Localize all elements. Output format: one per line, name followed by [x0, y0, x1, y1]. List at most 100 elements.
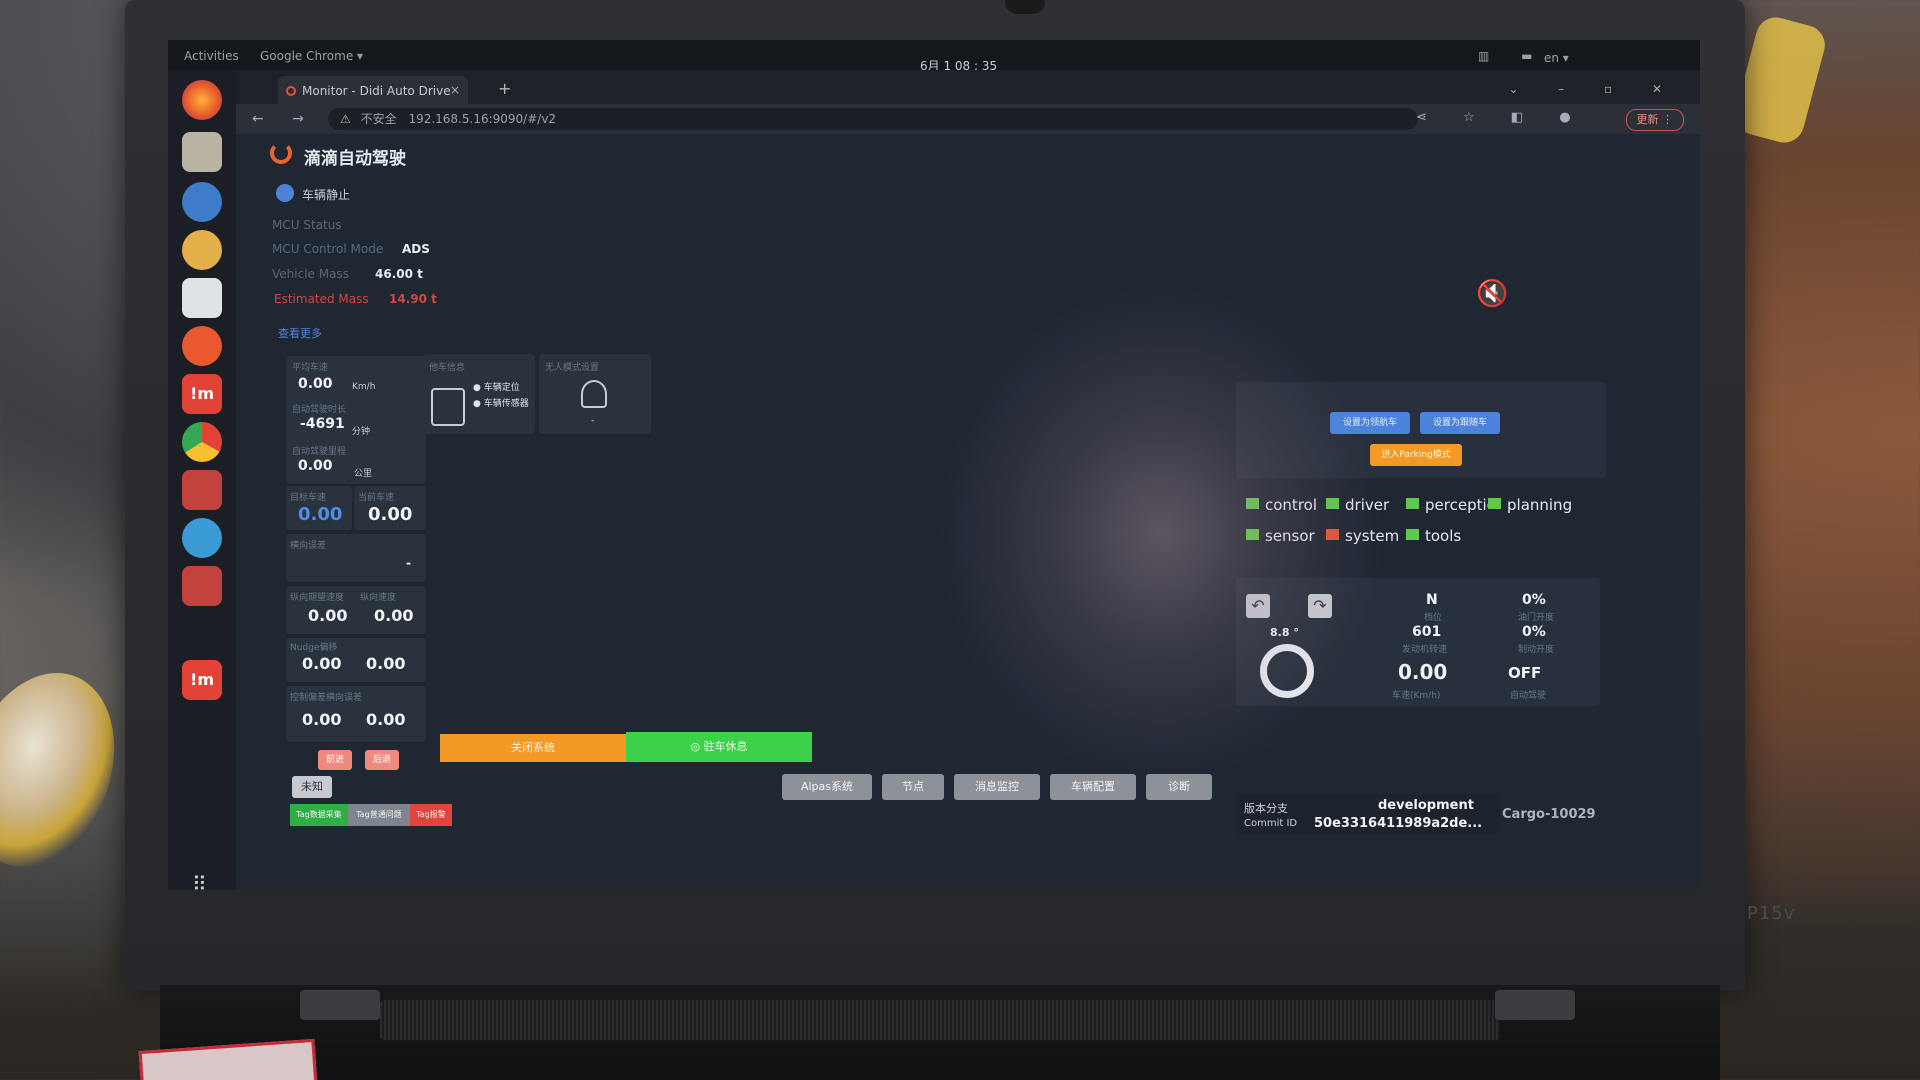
control-error-value-2: 0.00	[366, 710, 406, 729]
park-rest-button[interactable]: ◎ 驻车休息	[626, 732, 812, 762]
driver-status-icon	[1326, 498, 1339, 509]
brake-label: 制动开度	[1518, 645, 1555, 655]
backward-button[interactable]: 后退	[365, 750, 399, 770]
module-driver[interactable]: driver	[1326, 496, 1389, 514]
show-apps-icon[interactable]: ⠿	[192, 872, 207, 890]
avg-speed-label: 平均车速	[292, 363, 329, 373]
page-title: 滴滴自动驾驶	[304, 149, 406, 169]
set-lead-vehicle-button[interactable]: 设置为领航车	[1330, 412, 1410, 434]
forward-button[interactable]: 前进	[318, 750, 352, 770]
chrome-icon[interactable]	[182, 422, 222, 462]
auto-distance-unit: 公里	[354, 469, 373, 479]
target-speed-label: 目标车速	[290, 493, 327, 503]
module-perception[interactable]: perception	[1406, 496, 1488, 514]
driver-person-icon	[581, 380, 607, 408]
set-follow-vehicle-button[interactable]: 设置为跟随车	[1420, 412, 1500, 434]
alpas-button[interactable]: Alpas系统	[782, 774, 872, 800]
vehicle-speed-value: 0.00	[1398, 660, 1448, 684]
throttle-label: 油门开度	[1518, 613, 1555, 623]
vehicle-locate-option[interactable]: ● 车辆定位	[473, 380, 520, 393]
mcu-mode-value: ADS	[402, 242, 430, 256]
estimated-mass-label: Estimated Mass	[274, 292, 369, 306]
monitor-page: 滴滴自动驾驶 车辆静止 MCU Status MCU Control Mode …	[236, 134, 1700, 890]
view-more-link[interactable]: 查看更多	[278, 325, 322, 341]
im-icon-2[interactable]: !m	[182, 660, 222, 700]
module-sensor[interactable]: sensor	[1246, 527, 1315, 545]
drive-status-panel: ↶ ↷ 8.8 ° N 档位 0% 油门开度 601 发动机转速 0% 制动开度…	[1236, 578, 1600, 706]
tab-title: Monitor - Didi Auto Drive	[302, 84, 451, 98]
firefox-icon[interactable]	[182, 80, 222, 120]
system-tray-icons[interactable]: ▥ ▬	[1478, 49, 1547, 63]
avg-speed-value: 0.00	[298, 376, 333, 392]
writer-icon[interactable]	[182, 278, 222, 318]
control-error-card: 控制偏差横向误差 0.00 0.00	[286, 686, 426, 742]
current-speed-card: 当前车速 0.00	[354, 486, 426, 530]
files-icon[interactable]	[182, 132, 222, 172]
rhythmbox-icon[interactable]	[182, 230, 222, 270]
software-icon[interactable]	[182, 326, 222, 366]
vehicle-sensor-option[interactable]: ● 车辆传感器	[473, 396, 529, 409]
vehicle-locate-label: 车辆定位	[483, 383, 520, 393]
unmanned-mode-value: -	[591, 416, 595, 426]
vehicle-status-icon	[276, 184, 294, 202]
truck-icon	[431, 388, 465, 426]
tag-issue-button[interactable]: Tag普通问题	[348, 804, 410, 826]
steering-wheel-icon	[1260, 644, 1314, 698]
vehicle-mass-value: 46.00 t	[375, 267, 423, 281]
activities-button[interactable]: Activities	[184, 49, 239, 63]
lateral-error-card: 横向误差 -	[286, 534, 426, 582]
module-control[interactable]: control	[1246, 496, 1317, 514]
mcu-status-label: MCU Status	[272, 218, 342, 232]
window-controls[interactable]: ⌄ – ▫ ✕	[1508, 82, 1680, 96]
speaker-grill	[380, 1000, 1500, 1040]
unmanned-mode-card[interactable]: 无人模式设置 -	[539, 354, 651, 434]
address-bar[interactable]: ⚠ 不安全 192.168.5.16:9090/#/v2	[328, 108, 1418, 130]
message-monitor-button[interactable]: 消息监控	[954, 774, 1040, 800]
long-expected-speed-value: 0.00	[308, 606, 348, 625]
module-system[interactable]: system	[1326, 527, 1399, 545]
longitudinal-speed-card: 纵向期望速度 纵向速度 0.00 0.00	[286, 586, 426, 634]
update-button[interactable]: 更新 ⋮	[1625, 109, 1684, 131]
enter-parking-button[interactable]: 进入Parking模式	[1370, 444, 1462, 466]
module-planning-label: planning	[1507, 496, 1573, 514]
vehicle-config-button[interactable]: 车辆配置	[1050, 774, 1136, 800]
tag-alarm-button[interactable]: Tag报警	[410, 804, 452, 826]
unknown-button[interactable]: 未知	[292, 776, 332, 798]
diagnose-button[interactable]: 诊断	[1146, 774, 1212, 800]
tag-collect-button[interactable]: Tag数据采集	[290, 804, 348, 826]
vscode-icon[interactable]	[182, 518, 222, 558]
auto-drive-stats-card: 平均车速 0.00 Km/h 自动驾驶时长 -4691 分钟 自动驾驶里程 0.…	[286, 356, 426, 484]
app-menu[interactable]: Google Chrome ▾	[260, 49, 363, 63]
commit-value: 50e3316411989a2de...	[1314, 816, 1483, 831]
close-system-button[interactable]: 关闭系统	[440, 734, 626, 762]
new-tab-button[interactable]: +	[498, 79, 511, 98]
tag-button-group: Tag数据采集 Tag普通问题 Tag报警	[290, 804, 452, 826]
remote-desktop-icon-2[interactable]	[182, 566, 222, 606]
language-selector[interactable]: en ▾	[1544, 51, 1569, 65]
nodes-button[interactable]: 节点	[882, 774, 944, 800]
branch-label: 版本分支	[1244, 802, 1288, 815]
vehicle-info-title: 他车信息	[429, 363, 466, 373]
nudge-label: Nudge偏移	[290, 643, 338, 653]
thunderbird-icon[interactable]	[182, 182, 222, 222]
gear-label: 档位	[1424, 613, 1443, 623]
target-speed-value: 0.00	[298, 504, 343, 525]
tab-close-icon[interactable]: ×	[450, 83, 460, 97]
control-status-icon	[1246, 498, 1259, 509]
sensor-status-icon	[1246, 529, 1259, 540]
vehicle-info-card: 他车信息 ● 车辆定位 ● 车辆传感器	[423, 354, 535, 434]
toolbar-icons[interactable]: ⋖ ☆ ◧ ●	[1416, 110, 1587, 125]
module-planning[interactable]: planning	[1488, 496, 1572, 514]
tab-monitor[interactable]: Monitor - Didi Auto Drive ×	[278, 76, 468, 104]
engine-rpm-value: 601	[1412, 624, 1442, 640]
nudge-card: Nudge偏移 0.00 0.00	[286, 638, 426, 682]
mute-speaker-icon[interactable]: 🔇	[1476, 279, 1508, 309]
current-speed-label: 当前车速	[358, 493, 395, 503]
perception-status-icon	[1406, 498, 1419, 509]
vehicle-id: Cargo-10029	[1502, 807, 1596, 822]
module-tools[interactable]: tools	[1406, 527, 1461, 545]
module-system-label: system	[1345, 527, 1400, 545]
im-icon[interactable]: !m	[182, 374, 222, 414]
remote-desktop-icon[interactable]	[182, 470, 222, 510]
brake-value: 0%	[1522, 624, 1546, 640]
